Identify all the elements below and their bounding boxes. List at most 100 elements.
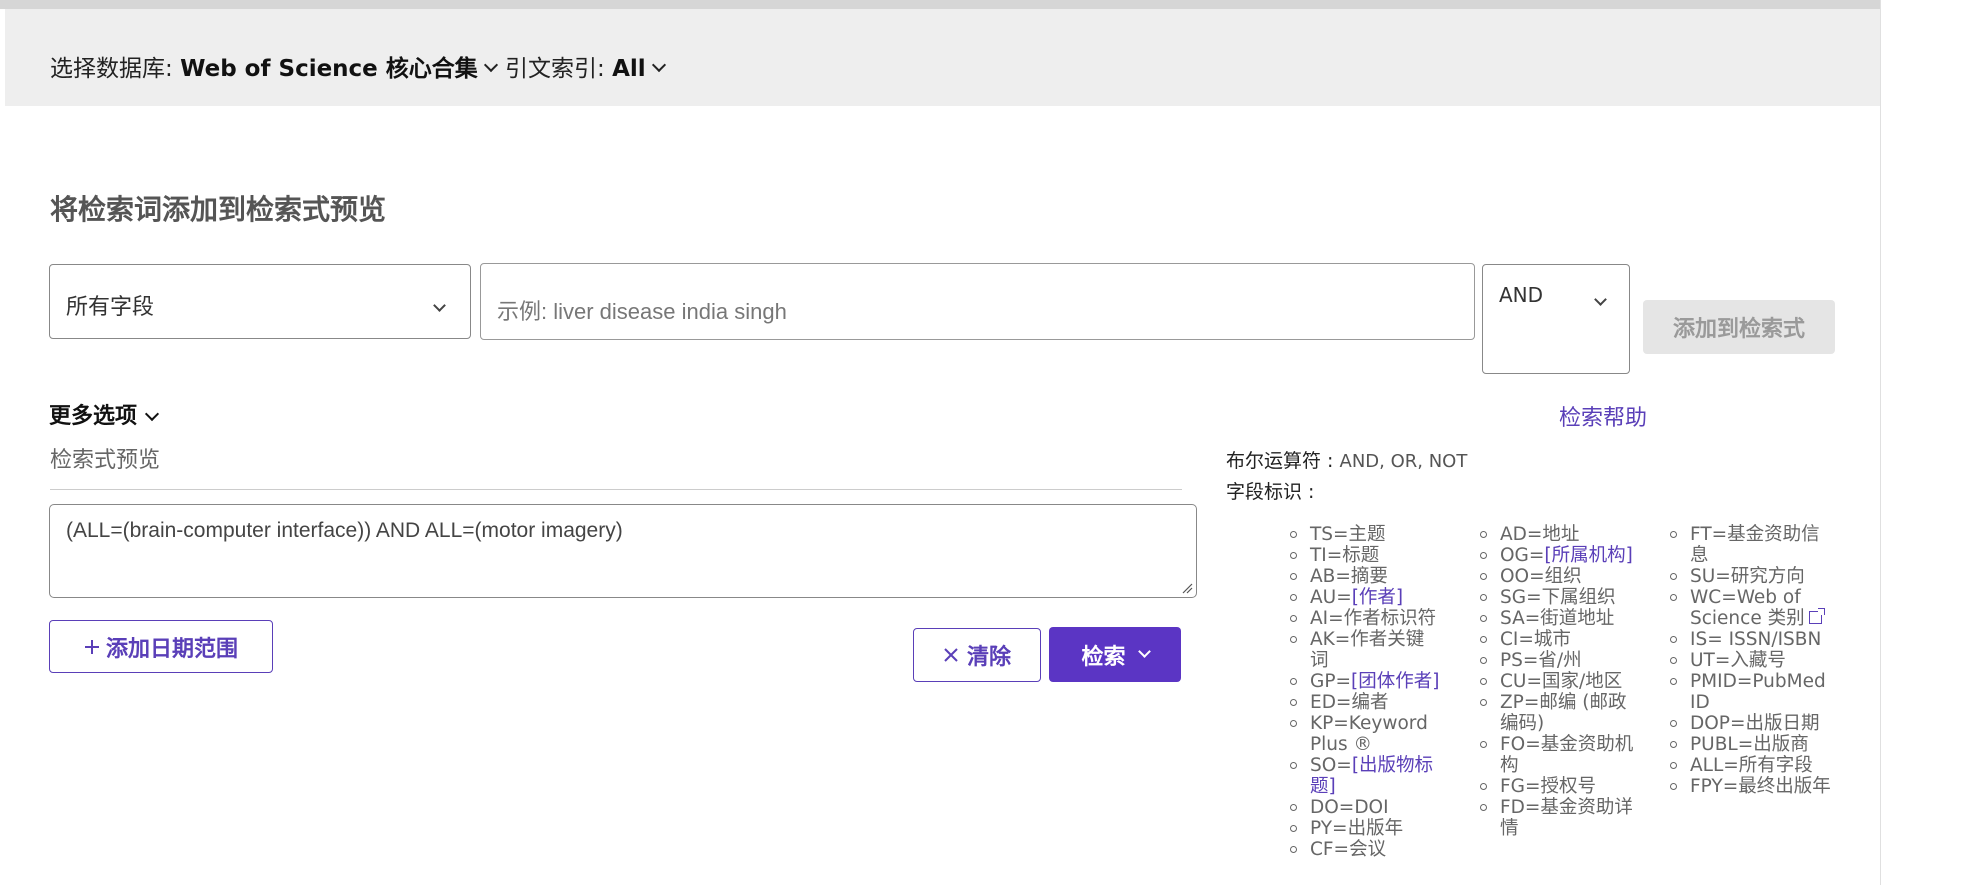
search-term-input[interactable] [480, 263, 1475, 340]
field-tag-code: OO= [1500, 566, 1545, 587]
field-tag-code: AK= [1310, 629, 1351, 650]
field-tag-text: 所有字段 [1738, 755, 1813, 776]
database-bar: 选择数据库: Web of Science 核心合集 引文索引: All [5, 9, 1880, 106]
field-tag-code: PMID= [1690, 671, 1753, 692]
query-preview-textarea[interactable]: (ALL=(brain-computer interface)) AND ALL… [49, 504, 1197, 598]
close-icon [944, 648, 958, 662]
field-tags-label: 字段标识 : [1226, 481, 1315, 503]
field-tag-item[interactable]: GP=[团体作者] [1290, 671, 1442, 692]
boolean-operators-label: 布尔运算符 : [1226, 450, 1334, 472]
top-strip [0, 0, 1880, 9]
field-tag-code: DO= [1310, 797, 1355, 818]
field-tag-code: AI= [1310, 608, 1344, 629]
field-tag-link[interactable]: [所属机构] [1544, 545, 1632, 566]
field-tag-text: 出版年 [1347, 818, 1404, 839]
field-tag-code: CF= [1310, 839, 1350, 860]
field-tag-link[interactable]: [团体作者] [1351, 671, 1439, 692]
field-tag-link[interactable]: [作者] [1352, 587, 1403, 608]
field-tag-item: AD=地址 [1480, 524, 1640, 545]
query-preview-label: 检索式预览 [50, 448, 161, 473]
database-selector[interactable]: 选择数据库: Web of Science 核心合集 [50, 49, 498, 83]
field-tag-code: FPY= [1690, 776, 1739, 797]
field-tag-item: PY=出版年 [1290, 818, 1442, 839]
field-tag-item: KP=Keyword Plus ® [1290, 713, 1442, 755]
field-tag-item: DOP=出版日期 [1670, 713, 1832, 734]
field-tag-code: IS= [1690, 629, 1723, 650]
database-label: 选择数据库: [50, 56, 173, 82]
field-tag-item: IS= ISSN/ISBN [1670, 629, 1832, 650]
search-help-link[interactable]: 检索帮助 [1559, 400, 1647, 432]
field-tag-item: PS=省/州 [1480, 650, 1640, 671]
field-tag-item: SU=研究方向 [1670, 566, 1832, 587]
field-tag-text: 主题 [1348, 524, 1386, 545]
field-tag-item: UT=入藏号 [1670, 650, 1832, 671]
citation-index-selector[interactable]: 引文索引: All [505, 49, 666, 83]
field-tags-column-1: TS=主题 TI=标题 AB=摘要 AU=[作者] AI=作者标识符 AK=作者关键词 GP… [1290, 524, 1442, 860]
chevron-down-icon [651, 57, 666, 73]
clear-label: 清除 [966, 645, 1011, 670]
field-tag-code: UT= [1690, 650, 1731, 671]
field-tag-item[interactable]: OG=[所属机构] [1480, 545, 1640, 566]
field-tag-text: 研究方向 [1730, 566, 1805, 587]
chevron-down-icon [483, 57, 498, 73]
field-tag-code: OG= [1500, 545, 1545, 566]
field-tag-code: SU= [1690, 566, 1731, 587]
field-tag-code: FD= [1500, 797, 1541, 818]
field-tag-code: CI= [1500, 629, 1534, 650]
field-tag-item: FG=授权号 [1480, 776, 1640, 797]
field-tag-item: AK=作者关键词 [1290, 629, 1442, 671]
field-tag-item: WC=Web of Science 类别 [1670, 587, 1832, 629]
field-tag-item: AI=作者标识符 [1290, 608, 1442, 629]
field-tag-code: CU= [1500, 671, 1542, 692]
field-tag-code: ED= [1310, 692, 1352, 713]
plus-icon [84, 639, 99, 654]
field-tag-code: TI= [1310, 545, 1343, 566]
add-date-range-button[interactable]: 添加日期范围 [49, 620, 273, 673]
citation-index-value: All [612, 56, 646, 82]
chevron-down-icon [144, 406, 160, 422]
field-tag-item: CI=城市 [1480, 629, 1640, 650]
field-tag-code: KP= [1310, 713, 1349, 734]
field-tag-text: 摘要 [1350, 566, 1388, 587]
field-tag-item: TS=主题 [1290, 524, 1442, 545]
boolean-operators-info: 布尔运算符 : AND, OR, NOT [1226, 446, 1467, 473]
boolean-operator-value: AND [1499, 283, 1544, 307]
field-tag-text: 会议 [1349, 839, 1387, 860]
field-tag-code: AD= [1500, 524, 1543, 545]
chevron-down-icon [1594, 289, 1607, 308]
field-tag-item: ED=编者 [1290, 692, 1442, 713]
field-tag-text: 授权号 [1540, 776, 1596, 797]
boolean-operators-list: AND, OR, NOT [1339, 451, 1468, 472]
field-tag-item: FPY=最终出版年 [1670, 776, 1832, 797]
field-tag-item[interactable]: SO=[出版物标题] [1290, 755, 1442, 797]
field-tag-text: 编者 [1351, 692, 1389, 713]
field-tag-code: FO= [1500, 734, 1541, 755]
field-tag-text: 下属组织 [1541, 587, 1616, 608]
search-label: 检索 [1081, 644, 1126, 670]
boolean-operator-select[interactable]: AND [1482, 264, 1630, 374]
field-tag-item: ZP=邮编 (邮政编码) [1480, 692, 1640, 734]
add-to-query-button[interactable]: 添加到检索式 [1643, 300, 1835, 354]
clear-button[interactable]: 清除 [913, 628, 1041, 682]
field-tag-item: PUBL=出版商 [1670, 734, 1832, 755]
search-button[interactable]: 检索 [1049, 627, 1181, 682]
citation-index-label: 引文索引: [505, 56, 605, 82]
page: 选择数据库: Web of Science 核心合集 引文索引: All 将检索… [0, 0, 1881, 885]
field-tag-code: PS= [1500, 650, 1539, 671]
field-select[interactable]: 所有字段 [49, 264, 471, 339]
field-tag-item[interactable]: AU=[作者] [1290, 587, 1442, 608]
field-tag-code: PUBL= [1690, 734, 1754, 755]
field-tag-text: 作者标识符 [1343, 608, 1437, 629]
field-tag-text: DOI [1354, 797, 1389, 818]
more-options-toggle[interactable]: 更多选项 [49, 398, 160, 430]
field-tag-item: TI=标题 [1290, 545, 1442, 566]
resize-handle-icon[interactable] [1181, 582, 1193, 594]
field-tag-code: GP= [1310, 671, 1351, 692]
chevron-down-icon [1137, 645, 1151, 658]
field-tag-item: CU=国家/地区 [1480, 671, 1640, 692]
field-tag-code: FG= [1500, 776, 1541, 797]
field-tag-text: 标题 [1342, 545, 1380, 566]
field-select-value: 所有字段 [66, 295, 155, 320]
field-tag-text: 省/州 [1538, 650, 1582, 671]
external-link-icon[interactable] [1808, 608, 1825, 624]
